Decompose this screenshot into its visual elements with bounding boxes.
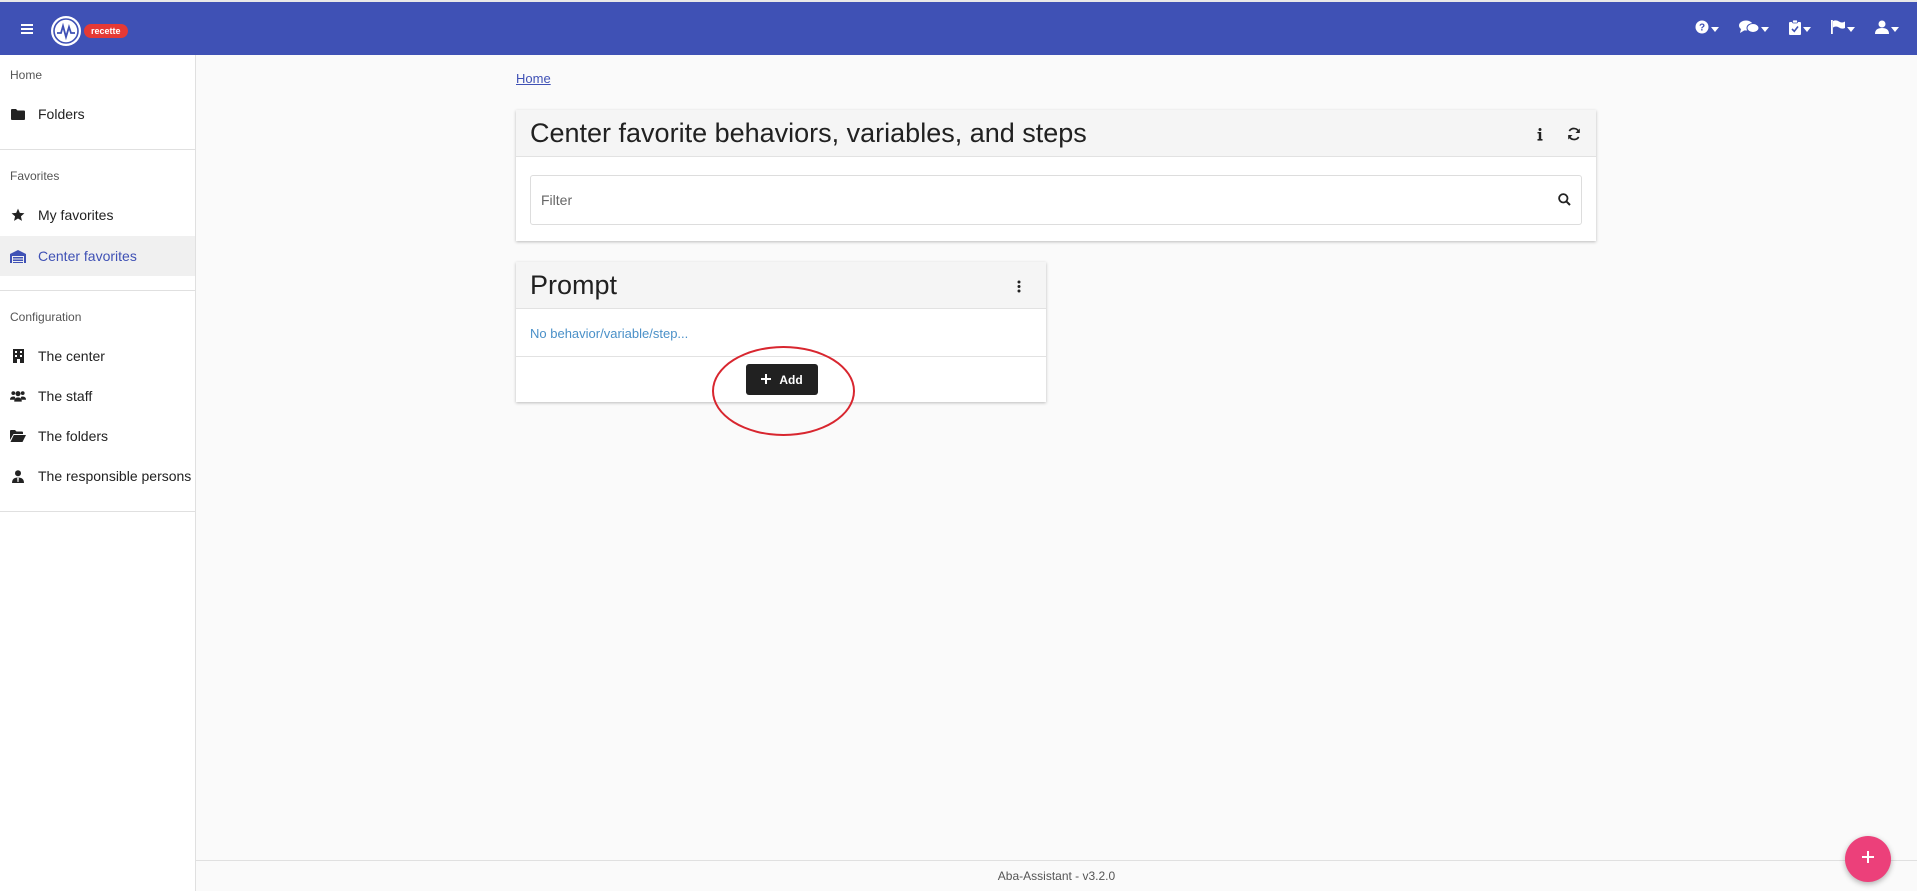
warehouse-icon [10, 248, 26, 264]
sidebar-item-label: The center [38, 348, 105, 364]
help-menu[interactable]: ? [1691, 20, 1723, 39]
folder-open-icon [10, 428, 26, 444]
chevron-down-icon [1847, 27, 1855, 32]
sidebar-item-center-favorites[interactable]: Center favorites [0, 236, 195, 276]
svg-text:?: ? [1699, 23, 1705, 34]
more-vertical-icon[interactable] [1007, 274, 1031, 298]
question-circle-icon: ? [1695, 20, 1709, 39]
app-logo[interactable] [51, 16, 81, 46]
center-favorites-card: Center favorite behaviors, variables, an… [516, 110, 1596, 241]
page-title: Center favorite behaviors, variables, an… [530, 117, 1087, 148]
prompt-card-title: Prompt [530, 269, 618, 300]
sidebar-item-label: Folders [38, 106, 85, 122]
chat-bubbles-icon [1739, 20, 1760, 39]
add-button-label: Add [779, 372, 803, 387]
sidebar: Home Folders Favorites My favorites Cent… [0, 55, 196, 891]
empty-state-message: No behavior/variable/step... [530, 326, 689, 341]
chevron-down-icon [1711, 27, 1719, 32]
sidebar-divider [0, 511, 195, 512]
floating-add-button[interactable] [1845, 836, 1891, 882]
sidebar-item-label: The folders [38, 428, 109, 444]
user-menu[interactable] [1871, 20, 1903, 39]
sidebar-item-label: Center favorites [38, 248, 137, 264]
filter-input[interactable] [531, 177, 1531, 223]
tasks-menu[interactable] [1785, 19, 1815, 40]
top-app-bar: recette ? [0, 0, 1917, 55]
folder-icon [10, 106, 26, 122]
card-header: Prompt [516, 262, 1046, 309]
clipboard-check-icon [1789, 19, 1801, 40]
sidebar-item-label: The staff [38, 388, 93, 404]
chevron-down-icon [1891, 27, 1899, 32]
users-icon [10, 388, 26, 404]
sidebar-item-responsible-persons[interactable]: The responsible persons [0, 456, 195, 496]
user-icon [1875, 20, 1889, 39]
footer: Aba-Assistant - v3.2.0 [196, 860, 1917, 891]
flag-icon [1831, 20, 1845, 39]
sidebar-item-the-center[interactable]: The center [0, 336, 195, 376]
sidebar-item-folders[interactable]: Folders [0, 94, 195, 134]
version-text: Aba-Assistant - v3.2.0 [997, 869, 1116, 883]
chevron-down-icon [1761, 27, 1769, 32]
user-tie-icon [10, 468, 26, 484]
sidebar-divider [0, 149, 195, 150]
filter-field[interactable] [530, 175, 1582, 225]
chevron-down-icon [1803, 27, 1811, 32]
sidebar-section-configuration: Configuration [10, 310, 82, 324]
card-divider [516, 356, 1046, 357]
building-icon [10, 348, 26, 364]
sidebar-item-the-staff[interactable]: The staff [0, 376, 195, 416]
plus-icon [761, 373, 772, 387]
sidebar-item-label: The responsible persons [38, 468, 192, 484]
refresh-icon[interactable] [1562, 122, 1586, 146]
add-button[interactable]: Add [746, 364, 818, 395]
breadcrumb-home[interactable]: Home [516, 71, 551, 86]
search-icon[interactable] [1558, 193, 1571, 211]
sidebar-section-favorites: Favorites [10, 169, 60, 183]
menu-icon[interactable] [18, 18, 36, 40]
flags-menu[interactable] [1827, 20, 1859, 39]
sidebar-divider [0, 290, 195, 291]
messages-menu[interactable] [1735, 20, 1773, 39]
star-icon [10, 207, 26, 223]
sidebar-item-label: My favorites [38, 207, 114, 223]
sidebar-section-home: Home [10, 68, 43, 82]
sidebar-item-the-folders[interactable]: The folders [0, 416, 195, 456]
environment-badge: recette [84, 24, 128, 38]
prompt-card: Prompt No behavior/variable/step... Add [516, 262, 1046, 402]
sidebar-item-my-favorites[interactable]: My favorites [0, 195, 195, 235]
plus-icon [1862, 850, 1874, 868]
info-icon[interactable] [1528, 122, 1552, 146]
card-header: Center favorite behaviors, variables, an… [516, 110, 1596, 157]
